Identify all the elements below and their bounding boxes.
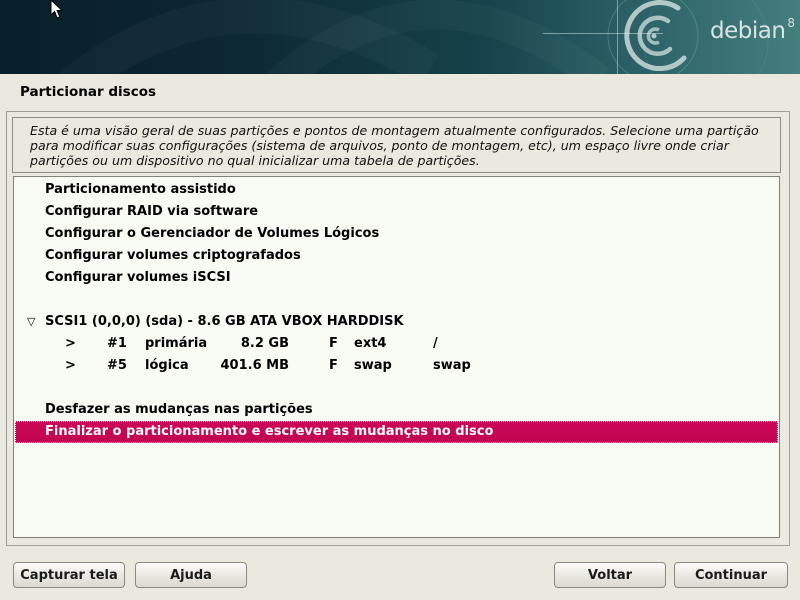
screenshot-button[interactable]: Capturar tela [13, 562, 125, 588]
list-item-label: Configurar o Gerenciador de Volumes Lógi… [45, 223, 379, 245]
list-item-assisted-partitioning[interactable]: Particionamento assistido [15, 179, 778, 201]
partition-number: #1 [107, 333, 127, 355]
partition-arrow-icon: > [65, 333, 76, 355]
partition-mount-point: swap [433, 355, 471, 377]
debian-version: 8 [787, 16, 794, 30]
partition-filesystem: ext4 [354, 333, 386, 355]
list-item-configure-raid[interactable]: Configurar RAID via software [15, 201, 778, 223]
partition-row[interactable]: > #5 lógica 401.6 MB F swap swap [15, 355, 778, 377]
list-item-label: Configurar volumes criptografados [45, 245, 301, 267]
list-item-configure-iscsi[interactable]: Configurar volumes iSCSI [15, 267, 778, 289]
help-button[interactable]: Ajuda [135, 562, 247, 588]
disk-label: SCSI1 (0,0,0) (sda) - 8.6 GB ATA VBOX HA… [45, 311, 404, 333]
partition-format-flag: F [329, 355, 338, 377]
debian-swirl-logo [0, 0, 800, 74]
list-item-finish-partitioning[interactable]: Finalizar o particionamento e escrever a… [15, 421, 778, 443]
list-item-label: Configurar volumes iSCSI [45, 267, 231, 289]
list-item-configure-lvm[interactable]: Configurar o Gerenciador de Volumes Lógi… [15, 223, 778, 245]
disk-row[interactable]: ▽ SCSI1 (0,0,0) (sda) - 8.6 GB ATA VBOX … [15, 311, 778, 333]
partition-type: lógica [145, 355, 189, 377]
list-item-label: Configurar RAID via software [45, 201, 258, 223]
partition-list: Particionamento assistido Configurar RAI… [13, 176, 780, 538]
description-panel: Esta é uma visão geral de suas partições… [12, 117, 781, 173]
partition-row[interactable]: > #1 primária 8.2 GB F ext4 / [15, 333, 778, 355]
partition-format-flag: F [329, 333, 338, 355]
list-item-configure-encrypted[interactable]: Configurar volumes criptografados [15, 245, 778, 267]
debian-installer-window: debian8 Particionar discos Esta é uma vi… [0, 0, 800, 600]
page-title: Particionar discos [20, 84, 156, 100]
list-item-label: Particionamento assistido [45, 179, 236, 201]
list-item-label: Finalizar o particionamento e escrever a… [45, 422, 493, 442]
banner: debian8 [0, 0, 800, 74]
partition-number: #5 [107, 355, 127, 377]
debian-logo-text: debian8 [710, 18, 795, 44]
mouse-cursor-icon [50, 0, 64, 20]
partition-mount-point: / [433, 333, 438, 355]
partition-size: 401.6 MB [195, 355, 289, 377]
expander-icon[interactable]: ▽ [27, 311, 35, 333]
continue-button[interactable]: Continuar [674, 562, 788, 588]
back-button[interactable]: Voltar [554, 562, 666, 588]
partition-arrow-icon: > [65, 355, 76, 377]
list-item-label: Desfazer as mudanças nas partições [45, 399, 313, 421]
list-item-undo-changes[interactable]: Desfazer as mudanças nas partições [15, 399, 778, 421]
partition-filesystem: swap [354, 355, 392, 377]
partition-size: 8.2 GB [195, 333, 289, 355]
